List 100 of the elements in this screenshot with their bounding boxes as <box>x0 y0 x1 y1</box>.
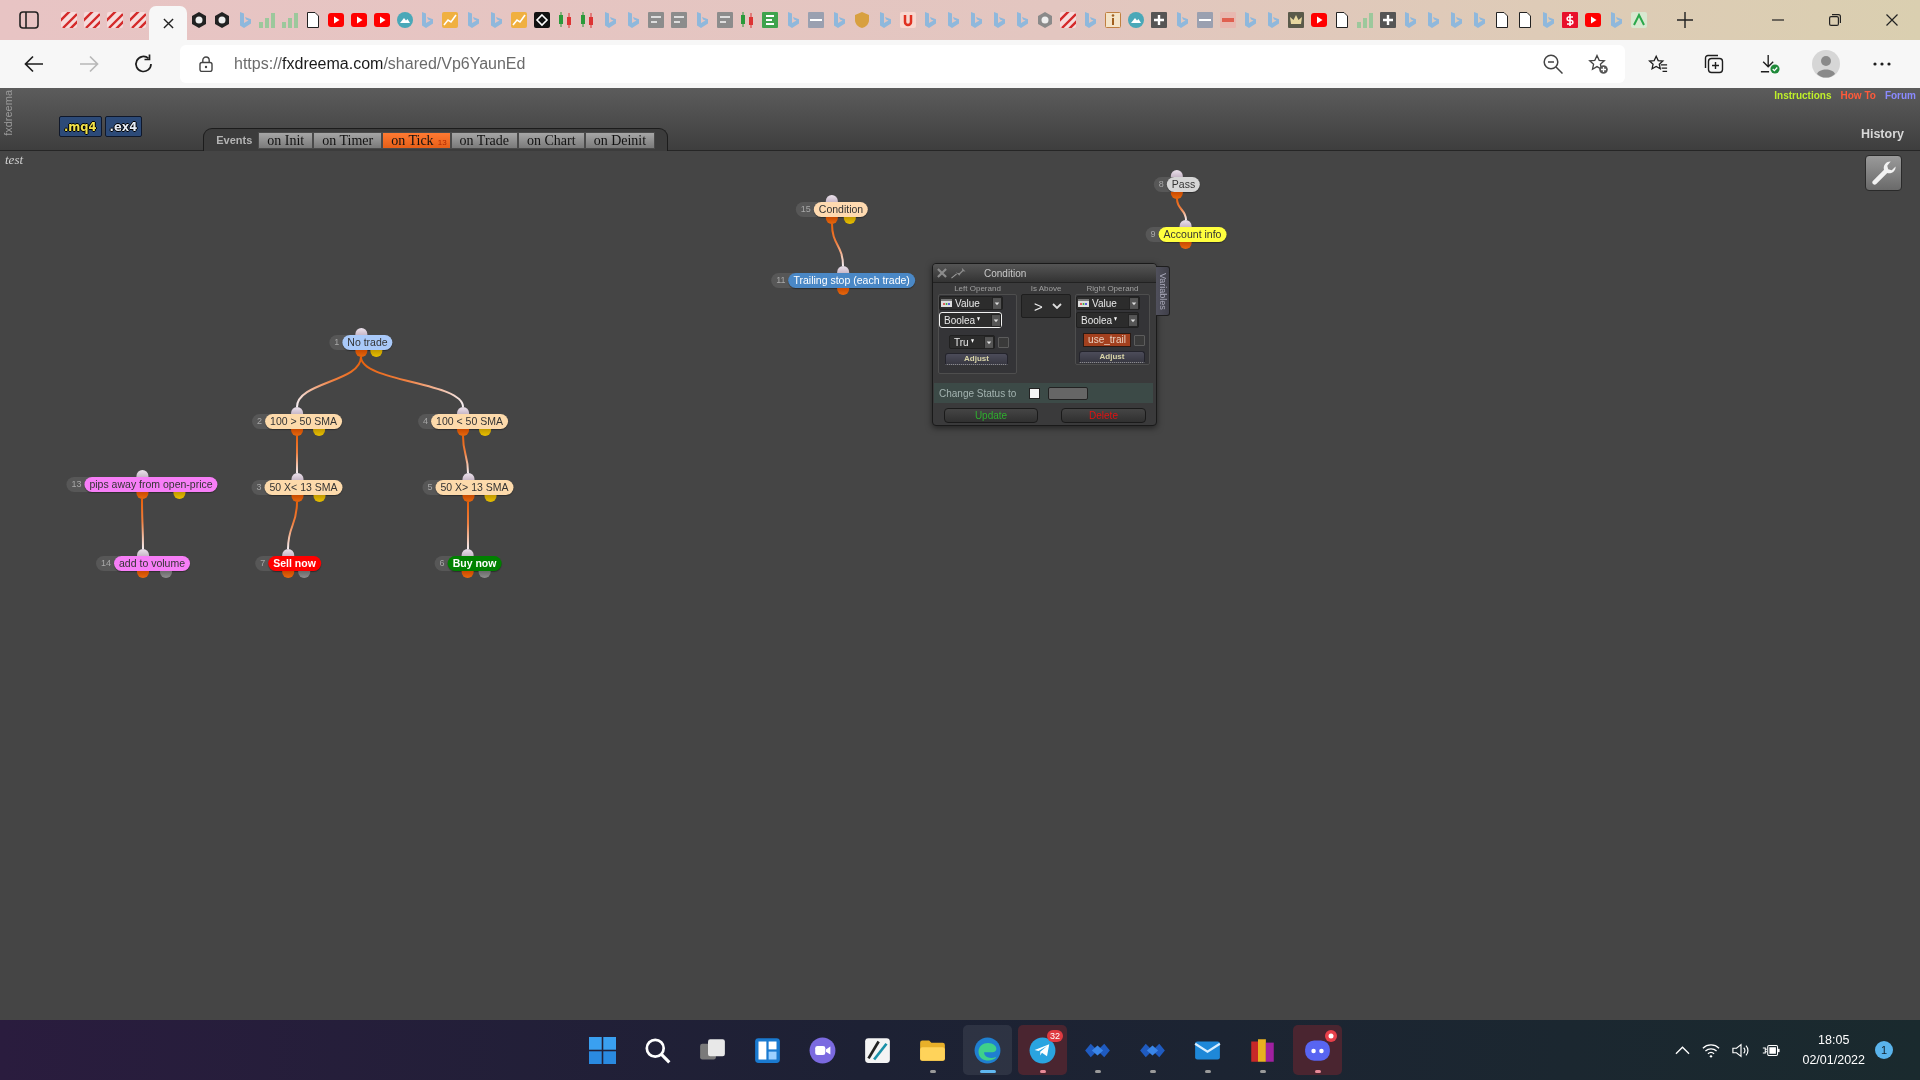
plus-icon <box>1677 12 1694 28</box>
adjust-button[interactable]: Adjust <box>945 353 1008 365</box>
adjust-button[interactable]: Adjust <box>1079 351 1145 363</box>
input-port-icon[interactable] <box>826 195 838 202</box>
flow-block[interactable]: Sell now <box>268 556 321 571</box>
input-port-icon[interactable] <box>136 470 148 477</box>
output-port-icon[interactable] <box>479 429 492 436</box>
source-select[interactable]: Value <box>939 296 1003 310</box>
output-port-icon[interactable] <box>313 495 326 502</box>
close-icon <box>937 268 947 278</box>
flow-block[interactable]: 50 X< 13 SMA <box>264 480 343 495</box>
constant-select[interactable]: Tru <box>949 335 995 349</box>
header-link[interactable]: Instructions <box>1774 90 1832 101</box>
add-favorite-icon[interactable] <box>1588 54 1608 74</box>
events-label: Events <box>216 133 253 148</box>
taskbar-app-button[interactable] <box>963 1025 1012 1075</box>
input-port-icon[interactable] <box>462 549 474 556</box>
taskbar-app-button[interactable]: 32 <box>1018 1025 1067 1075</box>
chevron-down-icon <box>1052 303 1062 309</box>
source-select[interactable]: Value <box>1076 296 1140 310</box>
flow-block[interactable]: Trailing stop (each trade) <box>788 273 915 288</box>
output-port-icon[interactable] <box>462 495 474 502</box>
chevron-up-icon[interactable] <box>1675 1045 1691 1055</box>
address-field[interactable]: https://fxdreema.com/shared/Vp6YaunEd <box>180 45 1625 83</box>
output-port-icon[interactable] <box>282 571 294 578</box>
output-port-icon[interactable] <box>478 571 491 578</box>
close-icon[interactable] <box>162 17 174 29</box>
input-port-icon[interactable] <box>1171 170 1183 177</box>
page-icon <box>1333 12 1350 28</box>
input-port-icon[interactable] <box>355 328 367 335</box>
flow-block[interactable]: Condition <box>813 202 869 217</box>
lock-icon <box>199 56 213 72</box>
flow-block[interactable]: Account info <box>1158 227 1227 242</box>
mini-caret-icon <box>1114 316 1118 321</box>
event-tab[interactable]: on Chart <box>518 132 585 149</box>
type-select[interactable]: Boolea <box>1076 312 1139 328</box>
output-port-icon[interactable] <box>173 492 186 499</box>
input-port-icon[interactable] <box>137 549 149 556</box>
checkbox[interactable] <box>1134 334 1145 346</box>
input-port-icon[interactable] <box>837 266 849 273</box>
zoom-out-icon[interactable] <box>1543 54 1563 74</box>
pin-button[interactable] <box>951 267 966 279</box>
event-tab[interactable]: on Trade <box>450 132 518 149</box>
output-port-icon[interactable] <box>355 350 367 357</box>
input-port-icon[interactable] <box>282 549 294 556</box>
flow-block[interactable]: 50 X> 13 SMA <box>435 480 514 495</box>
flow-block[interactable]: Pass <box>1166 177 1201 192</box>
flow-block[interactable]: 100 > 50 SMA <box>265 414 342 429</box>
history-link[interactable]: History <box>1860 127 1904 141</box>
output-port-icon[interactable] <box>136 492 148 499</box>
clock-button[interactable]: 18:05 02/01/2022 <box>1802 1030 1865 1070</box>
input-port-icon[interactable] <box>291 473 303 480</box>
export-button[interactable]: .ex4 <box>104 116 143 137</box>
flow-block[interactable]: No trade <box>342 335 393 350</box>
taskbar-app-button[interactable] <box>1293 1025 1342 1075</box>
output-port-icon[interactable] <box>291 429 303 436</box>
output-port-icon[interactable] <box>298 571 311 578</box>
output-port-icon[interactable] <box>826 217 838 224</box>
notification-count[interactable]: 1 <box>1875 1041 1893 1059</box>
event-tab[interactable]: on Init <box>258 132 314 149</box>
wifi-icon[interactable] <box>1702 1042 1721 1058</box>
output-port-icon[interactable] <box>837 288 849 295</box>
output-port-icon[interactable] <box>1171 192 1183 199</box>
flow-block[interactable]: add to volume <box>114 556 190 571</box>
output-port-icon[interactable] <box>137 571 149 578</box>
export-button[interactable]: .mq4 <box>59 116 102 137</box>
event-tab[interactable]: on Timer <box>313 132 383 149</box>
checkbox[interactable] <box>1029 387 1041 399</box>
output-port-icon[interactable] <box>291 495 303 502</box>
input-port-icon[interactable] <box>457 407 469 414</box>
operator-select[interactable]: > <box>1021 294 1071 318</box>
output-port-icon[interactable] <box>457 429 469 436</box>
dialog-button[interactable]: Update <box>944 408 1038 423</box>
flow-block[interactable]: 100 < 50 SMA <box>431 414 508 429</box>
output-port-icon[interactable] <box>1180 242 1192 249</box>
output-port-icon[interactable] <box>370 350 383 357</box>
chart-icon <box>510 12 527 28</box>
battery-charging-icon[interactable] <box>1762 1042 1781 1058</box>
input-port-icon[interactable] <box>462 473 474 480</box>
output-port-icon[interactable] <box>844 217 857 224</box>
output-port-icon[interactable] <box>484 495 497 502</box>
play-icon <box>1310 12 1327 28</box>
flow-block[interactable]: Buy now <box>447 556 502 571</box>
input-port-icon[interactable] <box>291 407 303 414</box>
variables-tab[interactable]: Variables <box>1156 266 1170 316</box>
brand-label: fxdreema <box>2 89 15 136</box>
event-tab[interactable]: on Deinit <box>584 132 656 149</box>
status-field[interactable] <box>1048 386 1089 400</box>
type-select[interactable]: Boolea <box>939 312 1002 328</box>
tools-button[interactable] <box>1865 155 1902 191</box>
output-port-icon[interactable] <box>160 571 173 578</box>
checkbox[interactable] <box>998 336 1009 348</box>
output-port-icon[interactable] <box>462 571 474 578</box>
variable-field[interactable]: use_trail <box>1083 333 1131 347</box>
output-port-icon[interactable] <box>313 429 326 436</box>
volume-icon[interactable] <box>1732 1042 1751 1058</box>
download-icon <box>1760 54 1780 74</box>
close-button[interactable] <box>937 268 947 278</box>
flow-block[interactable]: pips away from open-price <box>84 477 218 492</box>
input-port-icon[interactable] <box>1180 220 1192 227</box>
